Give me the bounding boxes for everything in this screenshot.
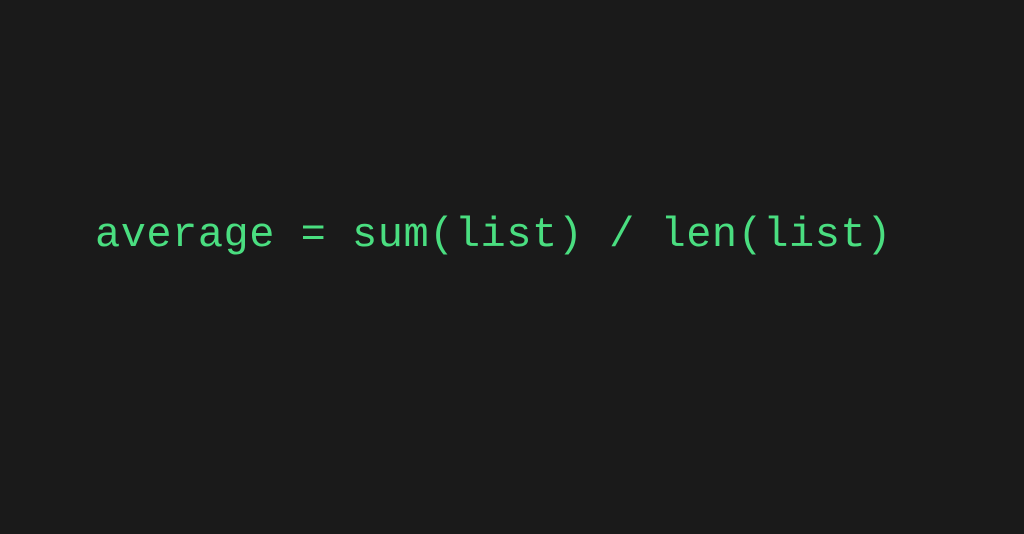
code-snippet: average = sum(list) / len(list) <box>0 211 892 259</box>
